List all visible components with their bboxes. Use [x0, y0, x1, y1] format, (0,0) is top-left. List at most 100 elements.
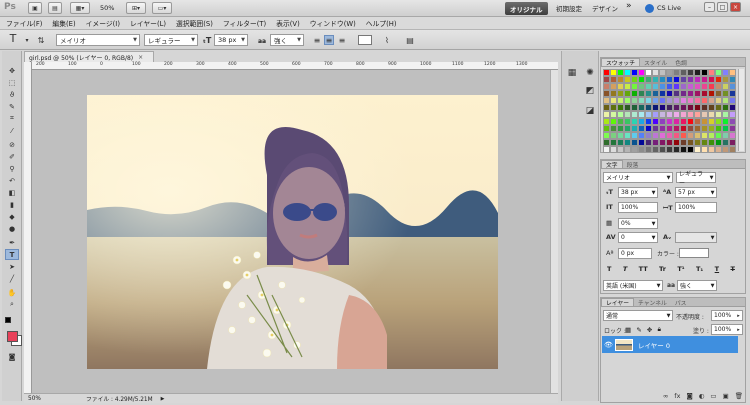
swatch[interactable]: [729, 76, 736, 83]
superscript-button[interactable]: T¹: [677, 265, 684, 273]
swatch[interactable]: [708, 125, 715, 132]
fill-input[interactable]: 100% ▸: [711, 324, 743, 335]
swatch[interactable]: [652, 83, 659, 90]
swatch[interactable]: [708, 97, 715, 104]
swatch[interactable]: [652, 118, 659, 125]
swatch[interactable]: [659, 104, 666, 111]
text-orientation-icon[interactable]: ⇅: [36, 35, 46, 45]
swatch[interactable]: [680, 69, 687, 76]
swatch[interactable]: [631, 90, 638, 97]
tab-tone[interactable]: 色調: [671, 58, 691, 67]
pen-tool-icon[interactable]: ✒: [5, 237, 19, 248]
swatch[interactable]: [729, 118, 736, 125]
char-kerning-select[interactable]: ▼: [675, 232, 717, 243]
swatch[interactable]: [708, 90, 715, 97]
swatch[interactable]: [659, 111, 666, 118]
swatch[interactable]: [624, 139, 631, 146]
view-extras-icon[interactable]: ▦▾: [70, 2, 90, 14]
swatch[interactable]: [715, 118, 722, 125]
move-tool-icon[interactable]: ✥: [5, 65, 19, 76]
add-mask-icon[interactable]: ◙: [686, 392, 692, 400]
swatch[interactable]: [687, 132, 694, 139]
swatch[interactable]: [666, 97, 673, 104]
swatch[interactable]: [659, 139, 666, 146]
quick-select-tool-icon[interactable]: ✎: [5, 101, 19, 112]
swatch[interactable]: [680, 139, 687, 146]
photo-canvas[interactable]: [87, 95, 498, 369]
swatch[interactable]: [687, 104, 694, 111]
swatch[interactable]: [680, 76, 687, 83]
swatch[interactable]: [715, 125, 722, 132]
char-font-style-select[interactable]: レギュラー ▼: [676, 171, 716, 187]
maximize-icon[interactable]: □: [717, 2, 728, 12]
swatch[interactable]: [687, 69, 694, 76]
swatch[interactable]: [701, 111, 708, 118]
swatch[interactable]: [610, 69, 617, 76]
swatch[interactable]: [687, 76, 694, 83]
swatch[interactable]: [652, 90, 659, 97]
swatch[interactable]: [722, 132, 729, 139]
swatches-scrollbar[interactable]: [738, 69, 744, 151]
swatch[interactable]: [708, 132, 715, 139]
char-tracking-select[interactable]: 0 ▼: [618, 232, 658, 243]
swatch[interactable]: [722, 76, 729, 83]
swatch[interactable]: [617, 83, 624, 90]
default-colors-icon[interactable]: [5, 317, 11, 323]
swatch[interactable]: [694, 146, 701, 153]
swatch[interactable]: [617, 118, 624, 125]
type-tool-preset-icon[interactable]: T: [8, 32, 18, 45]
swatch[interactable]: [673, 132, 680, 139]
char-vertical-scale-input[interactable]: 100%: [618, 202, 658, 213]
swatch[interactable]: [652, 104, 659, 111]
close-window-icon[interactable]: ×: [730, 2, 741, 12]
swatch[interactable]: [694, 76, 701, 83]
screen-mode-icon[interactable]: ▭▾: [152, 2, 172, 14]
swatch[interactable]: [603, 125, 610, 132]
swatch[interactable]: [729, 90, 736, 97]
swatch[interactable]: [729, 111, 736, 118]
swatch[interactable]: [617, 97, 624, 104]
swatch[interactable]: [687, 90, 694, 97]
type-tool-icon[interactable]: T: [5, 249, 19, 260]
swatch[interactable]: [603, 104, 610, 111]
cslive-menu[interactable]: CS Live: [657, 4, 681, 12]
swatch[interactable]: [645, 104, 652, 111]
masks-panel-icon[interactable]: ◪: [582, 103, 598, 119]
swatch[interactable]: [631, 69, 638, 76]
swatch[interactable]: [617, 90, 624, 97]
swatch[interactable]: [610, 125, 617, 132]
swatch[interactable]: [631, 132, 638, 139]
swatch[interactable]: [659, 97, 666, 104]
swatch[interactable]: [631, 139, 638, 146]
swatch[interactable]: [715, 111, 722, 118]
swatch[interactable]: [708, 83, 715, 90]
text-color-swatch[interactable]: [358, 35, 372, 45]
swatch[interactable]: [638, 104, 645, 111]
document-tab[interactable]: girl.psd @ 50% (レイヤー 0, RGB/8) ×: [24, 51, 154, 62]
swatch[interactable]: [680, 90, 687, 97]
adjustment-layer-icon[interactable]: ◐: [699, 392, 705, 400]
swatch[interactable]: [701, 104, 708, 111]
swatch[interactable]: [631, 83, 638, 90]
swatch[interactable]: [715, 90, 722, 97]
swatch[interactable]: [729, 69, 736, 76]
swatch[interactable]: [631, 76, 638, 83]
swatch[interactable]: [638, 90, 645, 97]
minibridge-icon[interactable]: ▤: [48, 2, 62, 14]
swatch[interactable]: [694, 139, 701, 146]
swatch[interactable]: [673, 146, 680, 153]
warp-text-icon[interactable]: ⌇: [382, 35, 392, 45]
menu-file[interactable]: ファイル(F): [6, 18, 42, 28]
shape-tool-icon[interactable]: ╱: [5, 273, 19, 284]
char-antialias-select[interactable]: 強く ▼: [677, 280, 717, 291]
swatch[interactable]: [701, 97, 708, 104]
swatch[interactable]: [694, 83, 701, 90]
swatch[interactable]: [603, 146, 610, 153]
all-caps-button[interactable]: TT: [639, 265, 648, 273]
tab-layers[interactable]: レイヤー: [601, 298, 635, 307]
swatch[interactable]: [687, 125, 694, 132]
tab-swatches[interactable]: スウォッチ: [601, 58, 640, 67]
lock-position-icon[interactable]: ✥: [647, 326, 652, 334]
swatch[interactable]: [701, 69, 708, 76]
swatch[interactable]: [652, 76, 659, 83]
